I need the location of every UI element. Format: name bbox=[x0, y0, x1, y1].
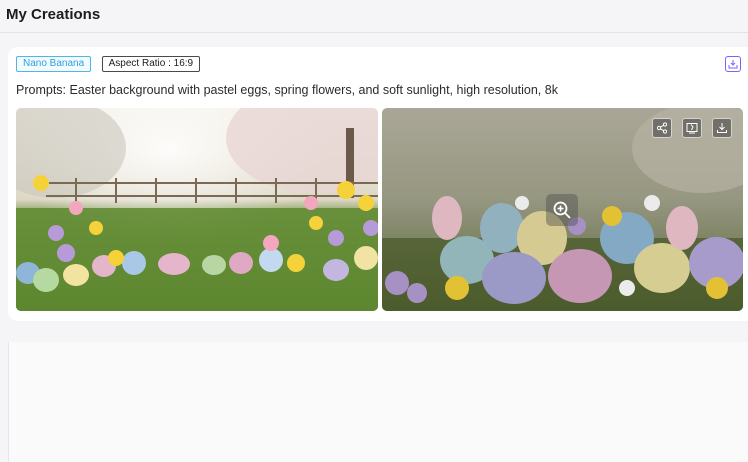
image-edit-icon bbox=[686, 123, 698, 134]
aspect-ratio-tag: Aspect Ratio : 16:9 bbox=[101, 56, 201, 72]
page-title: My Creations bbox=[6, 6, 101, 23]
tag-row: Nano Banana Aspect Ratio : 16:9 bbox=[16, 56, 206, 72]
download-icon bbox=[728, 60, 738, 69]
generated-image-1[interactable] bbox=[16, 108, 378, 311]
share-button[interactable] bbox=[652, 118, 672, 138]
edit-image-button[interactable] bbox=[682, 118, 702, 138]
easter-scene-image bbox=[16, 108, 378, 311]
creation-card: Nano Banana Aspect Ratio : 16:9 Prompts:… bbox=[8, 47, 748, 321]
page-header: My Creations bbox=[0, 0, 748, 33]
zoom-button[interactable] bbox=[546, 194, 578, 226]
share-icon bbox=[656, 122, 668, 134]
download-image-button[interactable] bbox=[712, 118, 732, 138]
model-tag: Nano Banana bbox=[16, 56, 92, 72]
zoom-in-icon bbox=[553, 201, 571, 219]
lower-panel bbox=[8, 342, 748, 462]
generated-image-2[interactable] bbox=[382, 108, 743, 311]
prompt-text: Prompts: Easter background with pastel e… bbox=[16, 83, 558, 97]
download-all-button[interactable] bbox=[725, 56, 741, 72]
download-icon bbox=[717, 123, 727, 133]
